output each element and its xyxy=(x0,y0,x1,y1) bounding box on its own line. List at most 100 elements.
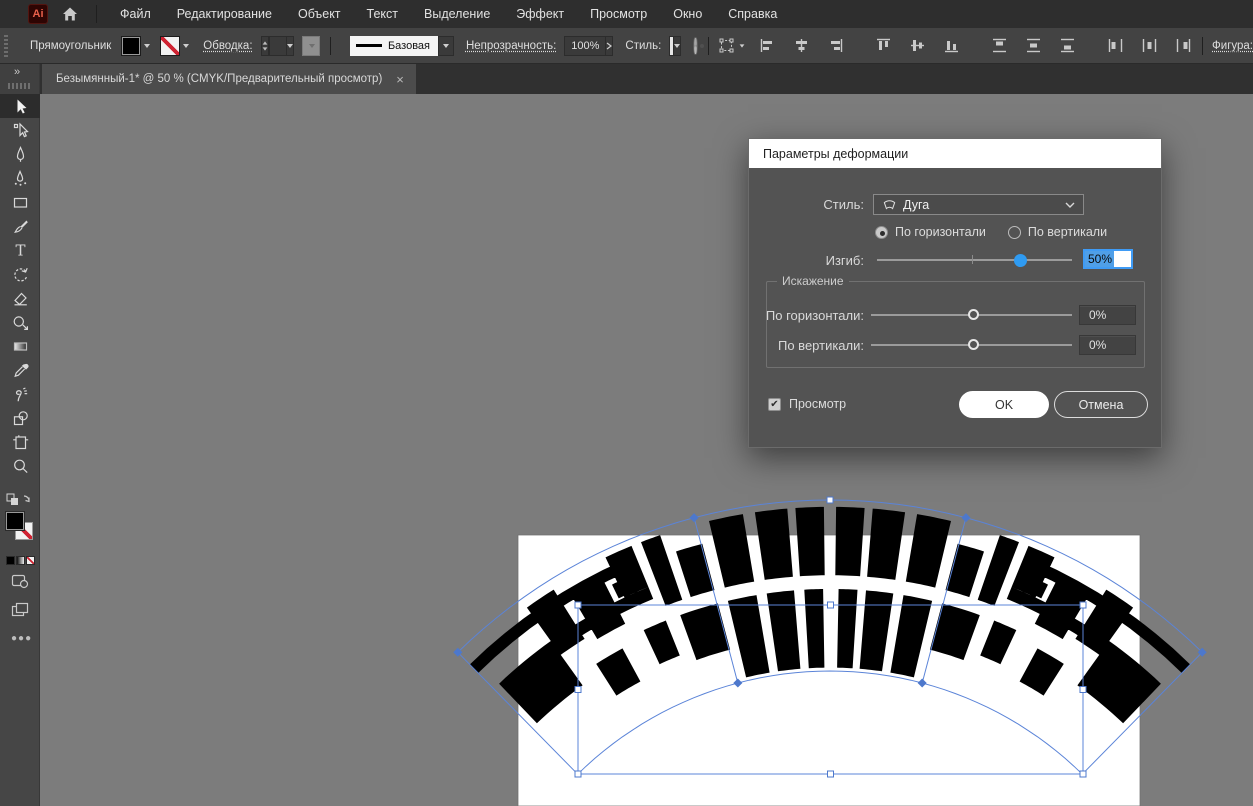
bend-slider-track[interactable] xyxy=(877,259,1072,261)
rotate-tool[interactable] xyxy=(0,262,40,286)
warp-style-dropdown[interactable]: Дуга xyxy=(873,194,1084,215)
recolor-artwork-icon[interactable] xyxy=(693,37,697,55)
selection-handle[interactable] xyxy=(1080,771,1086,777)
selection-handle[interactable] xyxy=(1080,602,1086,608)
menu-item-9[interactable]: Справка xyxy=(715,0,790,28)
artboard-tool[interactable] xyxy=(0,430,40,454)
distribute-vertical-top-icon[interactable] xyxy=(991,37,1008,54)
stroke-weight-stepper[interactable] xyxy=(261,36,269,56)
rectangle-tool[interactable] xyxy=(0,190,40,214)
menu-item-4[interactable]: Текст xyxy=(354,0,411,28)
menu-item-8[interactable]: Окно xyxy=(660,0,715,28)
shapes-tool[interactable] xyxy=(0,406,40,430)
collapse-panel-icon[interactable]: » xyxy=(14,66,19,78)
dialog-title[interactable]: Параметры деформации xyxy=(749,139,1161,168)
fill-color-swatch[interactable] xyxy=(121,36,141,56)
drawing-mode-icon[interactable] xyxy=(11,573,40,594)
symbol-sprayer-tool[interactable] xyxy=(0,382,40,406)
selection-handle[interactable] xyxy=(828,771,834,777)
stroke-none-swatch[interactable] xyxy=(160,36,180,56)
distribute-horizontal-left-icon[interactable] xyxy=(1107,37,1124,54)
align-center-vertical-icon[interactable] xyxy=(909,37,926,54)
screen-mode-icon[interactable] xyxy=(11,602,40,623)
tab-close-icon[interactable]: × xyxy=(396,73,404,86)
chevron-down-icon[interactable] xyxy=(183,44,189,48)
menu-item-7[interactable]: Просмотр xyxy=(577,0,660,28)
distortion-vertical-value[interactable]: 0% xyxy=(1079,335,1136,355)
opacity-field[interactable]: 100% xyxy=(564,36,606,56)
app-logo[interactable]: Ai xyxy=(28,4,48,24)
color-icon[interactable] xyxy=(6,556,15,565)
distribute-horizontal-right-icon[interactable] xyxy=(1175,37,1192,54)
selection-handle[interactable] xyxy=(575,602,581,608)
direct-selection-tool[interactable] xyxy=(0,118,40,142)
stepper-down-icon[interactable] xyxy=(262,47,267,50)
brush-definition-dropdown[interactable]: Базовая xyxy=(350,36,454,56)
fill-color-indicator[interactable] xyxy=(6,512,24,530)
menu-item-1[interactable]: Файл xyxy=(107,0,164,28)
pen-tool[interactable] xyxy=(0,142,40,166)
graphic-style-dropdown[interactable] xyxy=(674,36,681,56)
align-right-icon[interactable] xyxy=(827,37,844,54)
zoom-tool[interactable] xyxy=(0,454,40,478)
distribute-vertical-bottom-icon[interactable] xyxy=(1059,37,1076,54)
stroke-weight-dropdown[interactable] xyxy=(287,36,294,56)
align-top-icon[interactable] xyxy=(875,37,892,54)
distortion-horizontal-value[interactable]: 0% xyxy=(1079,305,1136,325)
radio-selected-icon[interactable] xyxy=(875,226,888,239)
bend-slider-handle[interactable] xyxy=(1014,254,1027,267)
panel-drag-grip-icon[interactable] xyxy=(8,83,32,89)
gradient-tool[interactable] xyxy=(0,334,40,358)
transform-control[interactable] xyxy=(718,37,745,54)
selection-tool[interactable] xyxy=(0,94,40,118)
radio-vertical[interactable]: По вертикали xyxy=(1008,225,1107,239)
paintbrush-tool[interactable] xyxy=(0,214,40,238)
chevron-down-icon[interactable] xyxy=(144,44,150,48)
distortion-horizontal-handle[interactable] xyxy=(968,309,979,320)
document-tab[interactable]: Безымянный-1* @ 50 % (CMYK/Предварительн… xyxy=(42,64,416,94)
eyedropper-tool[interactable] xyxy=(0,358,40,382)
align-left-icon[interactable] xyxy=(759,37,776,54)
distortion-vertical-handle[interactable] xyxy=(968,339,979,350)
align-center-horizontal-icon[interactable] xyxy=(793,37,810,54)
stroke-weight-field[interactable] xyxy=(269,36,288,56)
none-icon[interactable] xyxy=(26,556,35,565)
stepper-up-icon[interactable] xyxy=(262,41,267,44)
opacity-expand-icon[interactable] xyxy=(606,36,613,56)
anchor-point[interactable] xyxy=(690,513,699,522)
distribute-vertical-center-icon[interactable] xyxy=(1025,37,1042,54)
radio-horizontal[interactable]: По горизонтали xyxy=(875,225,986,239)
preview-checkbox[interactable]: ✔ xyxy=(768,398,781,411)
bend-value-input[interactable]: 50% xyxy=(1083,249,1133,269)
selection-handle[interactable] xyxy=(828,602,834,608)
panel-grip-icon[interactable] xyxy=(4,35,8,57)
shape-builder-tool[interactable] xyxy=(0,310,40,334)
menu-item-6[interactable]: Эффект xyxy=(503,0,577,28)
distribute-horizontal-center-icon[interactable] xyxy=(1141,37,1158,54)
edit-toolbar-icon[interactable]: ●●● xyxy=(11,633,40,644)
fill-color-control[interactable] xyxy=(121,36,150,56)
radio-unselected-icon[interactable] xyxy=(1008,226,1021,239)
ok-button[interactable]: OK xyxy=(959,391,1049,418)
selection-handle[interactable] xyxy=(575,771,581,777)
eraser-tool[interactable] xyxy=(0,286,40,310)
selection-handle[interactable] xyxy=(575,687,581,693)
stroke-color-control[interactable] xyxy=(160,36,189,56)
cancel-button[interactable]: Отмена xyxy=(1054,391,1148,418)
transform-icon[interactable] xyxy=(718,37,735,54)
opacity-label[interactable]: Непрозрачность: xyxy=(466,40,556,52)
curvature-tool[interactable] xyxy=(0,166,40,190)
selection-handle[interactable] xyxy=(1080,687,1086,693)
menu-item-2[interactable]: Редактирование xyxy=(164,0,285,28)
type-tool[interactable]: T xyxy=(0,238,40,262)
gradient-icon[interactable] xyxy=(16,556,25,565)
selection-handle[interactable] xyxy=(827,497,833,503)
anchor-point[interactable] xyxy=(961,513,970,522)
menu-item-3[interactable]: Объект xyxy=(285,0,354,28)
swap-fill-stroke-icon[interactable] xyxy=(0,492,40,510)
align-bottom-icon[interactable] xyxy=(943,37,960,54)
stroke-weight-label[interactable]: Обводка: xyxy=(203,40,252,52)
menu-item-5[interactable]: Выделение xyxy=(411,0,503,28)
shape-label[interactable]: Фигура: xyxy=(1212,40,1253,52)
home-icon[interactable] xyxy=(58,4,82,24)
